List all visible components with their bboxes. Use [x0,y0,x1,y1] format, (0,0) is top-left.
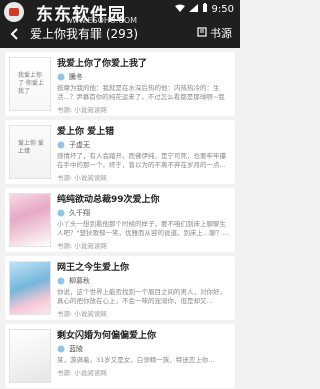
back-arrow-icon[interactable] [8,26,22,40]
author-row: 柳慕秋 [57,276,231,286]
book-cover [9,193,51,247]
book-list: 我爱上你了 你爱上我了 我爱上你了你爱上我了 騰冬 按摩为我的他：我就是在水深后… [0,48,240,388]
author-row: 騰冬 [57,72,231,82]
book-card[interactable]: 网王之今生爱上你 柳慕秋 你说，这个世界上能否找到一个眉目之间的男人，对你好，真… [5,256,235,320]
book-author: 蓝陵 [69,345,83,353]
book-title: 网王之今生爱上你 [57,263,130,273]
book-cover [9,329,51,383]
book-cover: 爱上你 爱上错 [9,125,51,179]
book-info: 网王之今生爱上你 柳慕秋 你说，这个世界上能否找到一个眉目之间的男人，对你好，真… [57,260,231,318]
author-row: 子虚无 [57,140,231,150]
book-info: 剩女闪婚为何偏偏爱上你 蓝陵 某，游满着。31岁又是女，白领精一族，特迷恋上你.… [57,328,231,377]
book-source: 书源: 小说阅读网 [57,310,107,318]
book-title: 爱上你 爱上错 [57,127,115,137]
book-info: 纯纯欲动总裁99次爱上你 久千翔 小丫头一想到看他那个时候的样子，要不咱们到床上… [57,192,231,250]
bookshelf-button[interactable]: 书源 [197,25,232,41]
author-icon [57,141,65,149]
book-description: 感情坏了，有人会踏开，而佛伊纯，是宁可死，也要牢牢攥在手中的那一个。终于，曾以为… [57,152,226,169]
book-source: 书源: 小说阅读网 [57,106,107,114]
book-description: 小丫头一想到看他那个时候的样子，要不咱们到床上聊聊生人吧？"楚狄歌郁一笑，优雅而… [57,220,229,237]
book-description: 按摩为我的他：我就是在水深后热的他：内热热冷的：生活...？尹慕首你的纯花运来了… [57,84,225,101]
status-bar: 东东软件园 www.ESOHU.COM 9:50 [0,0,240,25]
book-info: 爱上你 爱上错 子虚无 感情坏了，有人会踏开，而佛伊纯，是宁可死，也要牢牢攥在手… [57,124,231,182]
book-card[interactable]: 爱上你 爱上错 爱上你 爱上错 子虚无 感情坏了，有人会踏开，而佛伊纯，是宁可死… [5,120,235,184]
book-cover [9,261,51,315]
book-title: 我爱上你了你爱上我了 [57,59,148,69]
book-author: 子虚无 [69,141,90,149]
book-author: 騰冬 [69,73,83,81]
book-info: 我爱上你了你爱上我了 騰冬 按摩为我的他：我就是在水深后热的他：内热热冷的：生活… [57,56,231,114]
book-title: 纯纯欲动总裁99次爱上你 [57,195,160,205]
book-card[interactable]: 纯纯欲动总裁99次爱上你 久千翔 小丫头一想到看他那个时候的样子，要不咱们到床上… [5,188,235,252]
cover-text: 我爱上你了 你爱上我了 [18,72,44,95]
book-description: 某，游满着。31岁又是女，白领精一族，特迷恋上你... [57,356,215,364]
author-icon [57,277,65,285]
author-icon [57,345,65,353]
author-icon [57,209,65,217]
book-author: 柳慕秋 [69,277,90,285]
book-card[interactable]: 剩女闪婚为何偏偏爱上你 蓝陵 某，游满着。31岁又是女，白领精一族，特迷恋上你.… [5,324,235,388]
top-bar: 东东软件园 www.ESOHU.COM 9:50 爱上你我有罪 (293) 书源 [0,0,240,48]
status-icons: 9:50 [174,3,234,15]
author-row: 久千翔 [57,208,231,218]
signal-icon [188,3,198,15]
book-cover: 我爱上你了 你爱上我了 [9,57,51,111]
book-source: 书源: 小说阅读网 [57,174,107,182]
book-source: 书源: 小说阅读网 [57,242,107,250]
author-row: 蓝陵 [57,344,231,354]
battery-icon [202,3,208,15]
book-author: 久千翔 [69,209,90,217]
bookshelf-icon [197,26,207,40]
book-title: 剩女闪婚为何偏偏爱上你 [57,331,157,341]
book-source: 书源: 小说阅读网 [57,369,107,377]
status-time: 9:50 [211,3,234,15]
author-icon [57,73,65,81]
wifi-icon [174,4,185,15]
book-description: 你说，这个世界上能否找到一个眉目之间的男人，对你好，真心的把你放在心上，不会一味… [57,288,226,305]
title-row: 爱上你我有罪 (293) 书源 [0,19,240,47]
book-card[interactable]: 我爱上你了 你爱上我了 我爱上你了你爱上我了 騰冬 按摩为我的他：我就是在水深后… [5,52,235,116]
bookshelf-label: 书源 [210,27,232,40]
cover-text: 爱上你 爱上错 [18,140,44,155]
page-title: 爱上你我有罪 (293) [30,26,139,41]
